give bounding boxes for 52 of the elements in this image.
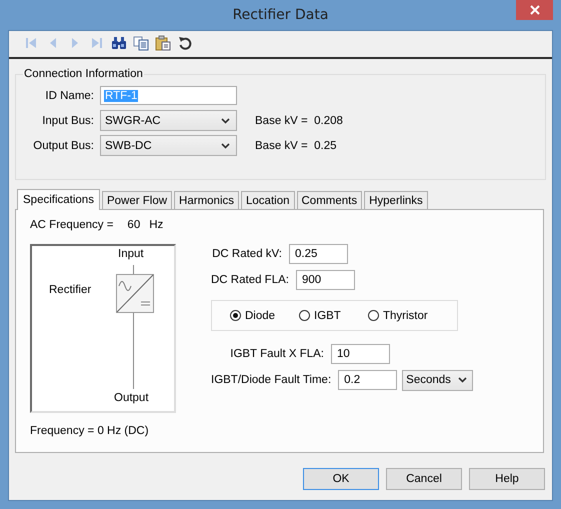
bus-dropdown[interactable]: SWB-DC: [100, 135, 237, 156]
toolbar-button[interactable]: [176, 34, 193, 51]
binoculars-icon: [110, 34, 126, 50]
tab[interactable]: Specifications: [17, 189, 100, 210]
base-kv-text: Base kV = 0.25: [255, 140, 337, 152]
dialog-button[interactable]: OK: [303, 468, 379, 490]
diagram-label: Rectifier: [49, 284, 92, 296]
toolbar-button[interactable]: [110, 34, 127, 51]
chevron-down-icon: [221, 142, 230, 148]
window-title: Rectifier Data: [232, 6, 328, 25]
field-label: Input Bus:: [41, 114, 94, 126]
chevron-down-icon: [221, 118, 230, 124]
chevron-down-icon: [458, 377, 468, 383]
diagram-label: Input: [118, 248, 144, 260]
tab[interactable]: Harmonics: [174, 191, 240, 209]
connector-line: [133, 265, 134, 274]
field-label: DC Rated FLA:: [211, 274, 289, 286]
fault-field[interactable]: 10: [331, 344, 390, 364]
ac-frequency-value: 60: [127, 219, 140, 233]
tab[interactable]: Power Flow: [102, 191, 172, 209]
toolbar-button[interactable]: [132, 34, 149, 51]
clipboard-icon: [154, 34, 170, 50]
tab[interactable]: Hyperlinks: [364, 191, 428, 209]
group-title: Connection Information: [23, 68, 144, 80]
radio-button[interactable]: Diode: [230, 310, 299, 322]
field-label: ID Name:: [44, 90, 94, 102]
dialog-button[interactable]: Help: [469, 468, 545, 490]
toolbar-button[interactable]: [154, 34, 171, 51]
close-button[interactable]: [516, 0, 553, 20]
tab[interactable]: Location: [241, 191, 294, 209]
undo-arrow-icon: [176, 34, 192, 50]
rating-field[interactable]: 0.25: [289, 244, 348, 264]
field-label: IGBT Fault X FLA:: [229, 348, 324, 360]
rectifier-symbol-drawing: [116, 274, 154, 313]
close-icon: [530, 5, 540, 15]
radio-button[interactable]: IGBT: [299, 310, 368, 322]
unit-dropdown[interactable]: Seconds: [402, 370, 474, 390]
ac-frequency-label: AC Frequency =: [30, 219, 114, 233]
field-label: DC Rated kV:: [211, 248, 282, 260]
dialog-button[interactable]: Cancel: [386, 468, 462, 490]
bus-dropdown[interactable]: SWGR-AC: [100, 110, 237, 131]
radio-button[interactable]: Thyristor: [368, 310, 437, 322]
fault-field[interactable]: 0.2: [338, 370, 398, 390]
rating-field[interactable]: 900: [296, 270, 355, 290]
frequency-note: Frequency = 0 Hz (DC): [30, 425, 149, 437]
tab[interactable]: Comments: [296, 191, 362, 209]
base-kv-text: Base kV = 0.208: [255, 114, 343, 126]
diagram-label: Output: [114, 392, 149, 404]
field-label: Output Bus:: [32, 140, 94, 152]
frequency-unit: Hz: [149, 219, 164, 233]
field-label: IGBT/Diode Fault Time:: [211, 374, 332, 386]
copy-icon: [132, 34, 148, 50]
